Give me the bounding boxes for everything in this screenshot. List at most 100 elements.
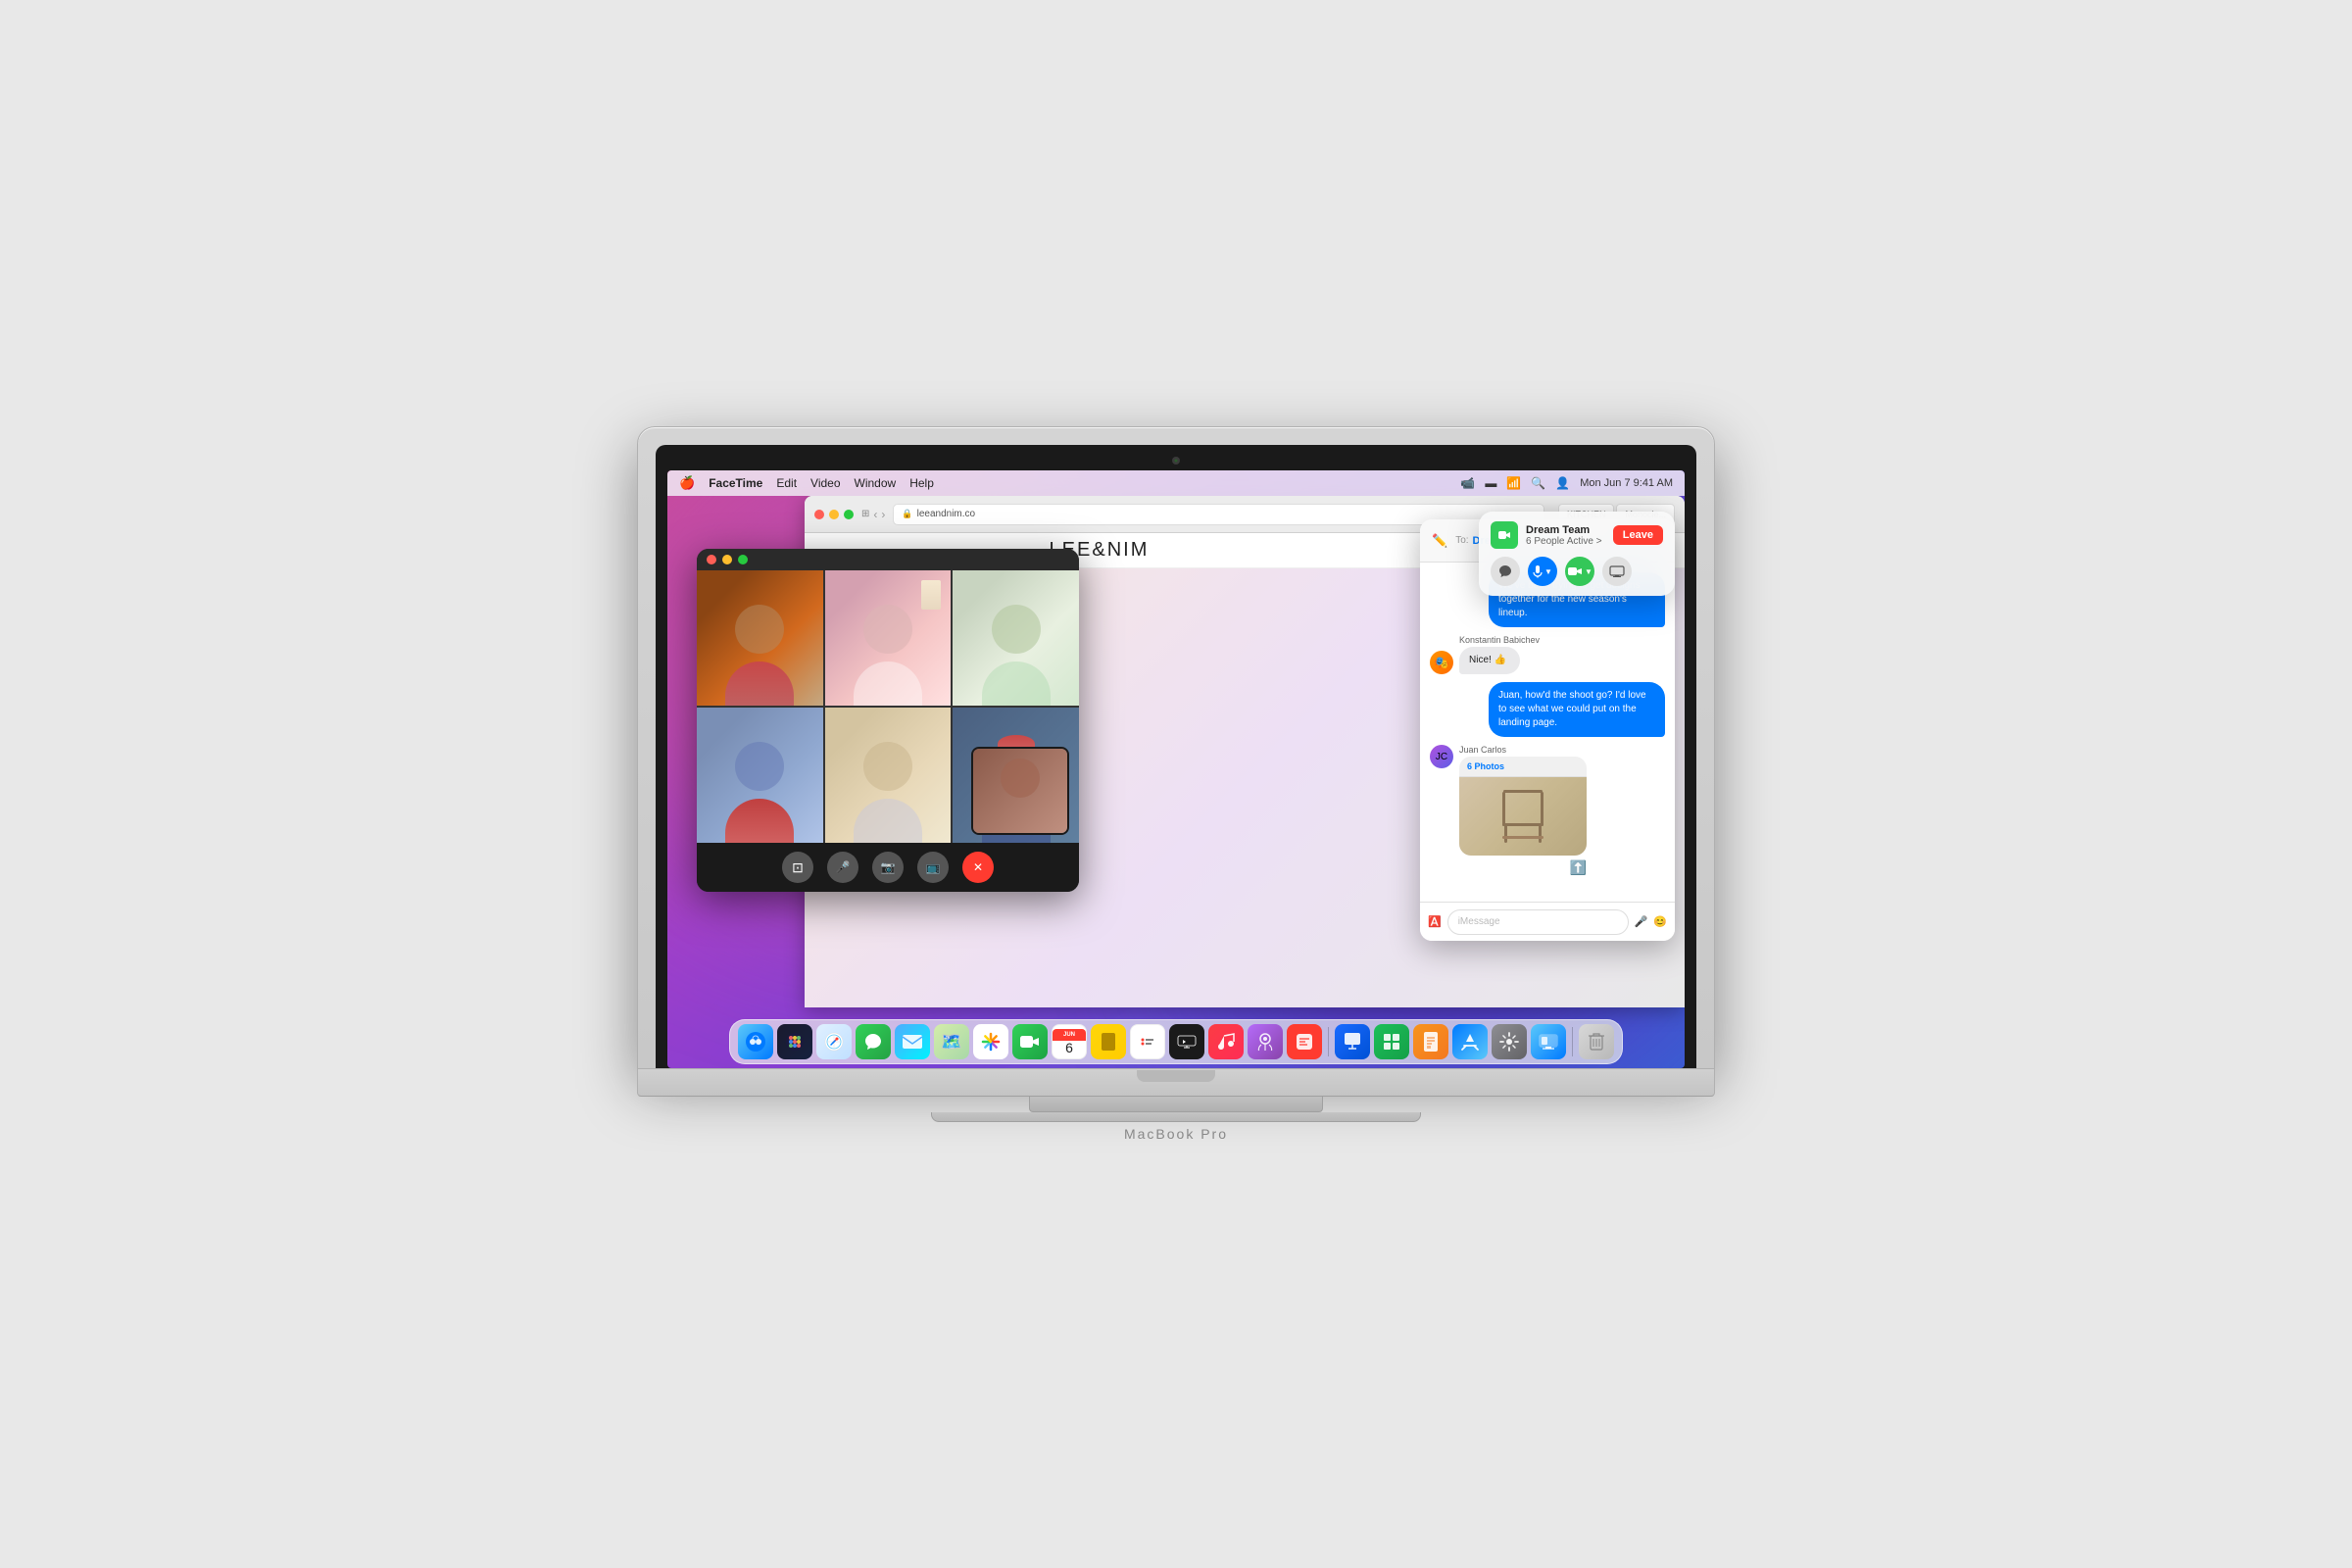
minimize-button[interactable] — [829, 510, 839, 519]
notif-text: Dream Team 6 People Active > — [1526, 524, 1613, 547]
dock-numbers[interactable] — [1374, 1024, 1409, 1059]
dock-facetime[interactable] — [1012, 1024, 1048, 1059]
bubble-text-2: Juan, how'd the shoot go? I'd love to se… — [1489, 682, 1665, 737]
dock-appletv[interactable] — [1169, 1024, 1204, 1059]
ft-close-btn[interactable] — [707, 555, 716, 564]
dock-separator-2 — [1572, 1027, 1573, 1056]
notif-controls: ▼ ▼ — [1491, 557, 1663, 586]
new-compose-icon[interactable]: ✏️ — [1432, 533, 1447, 549]
maximize-button[interactable] — [844, 510, 854, 519]
ft-minimize-btn[interactable] — [722, 555, 732, 564]
menu-help[interactable]: Help — [909, 476, 934, 490]
dock-messages[interactable] — [856, 1024, 891, 1059]
notif-mic-btn[interactable]: ▼ — [1528, 557, 1557, 586]
dock-calendar[interactable]: JUN 6 — [1052, 1024, 1087, 1059]
photo-content — [1459, 777, 1587, 856]
ft-present-btn[interactable]: 📺 — [917, 852, 949, 883]
msg-row-juan: JC Juan Carlos 6 Photos — [1430, 745, 1665, 876]
macbook-stand — [1029, 1097, 1323, 1112]
notif-video-btn[interactable]: ▼ — [1565, 557, 1594, 586]
photo-card: 6 Photos — [1459, 757, 1587, 856]
user-icon: 👤 — [1555, 476, 1570, 490]
dock-launchpad[interactable] — [777, 1024, 812, 1059]
leave-button[interactable]: Leave — [1613, 525, 1663, 545]
dock-reminders[interactable] — [1130, 1024, 1165, 1059]
ft-maximize-btn[interactable] — [738, 555, 748, 564]
screen-bezel: 🍎 FaceTime Edit Video Window Help 📹 ▬ 📶 — [656, 445, 1696, 1068]
dock-pages[interactable] — [1413, 1024, 1448, 1059]
macbook-label: MacBook Pro — [637, 1126, 1715, 1142]
back-arrow[interactable]: ‹ — [873, 508, 877, 521]
facetime-cell-2 — [825, 570, 952, 706]
dock-trash[interactable] — [1579, 1024, 1614, 1059]
dock-notes[interactable] — [1091, 1024, 1126, 1059]
wifi-icon: 📶 — [1506, 476, 1521, 490]
audio-icon[interactable]: 🎤 — [1635, 915, 1648, 928]
browser-nav: ⊞ ‹ › — [861, 508, 885, 521]
facetime-thumb-cell — [971, 747, 1069, 835]
macbook-body: 🍎 FaceTime Edit Video Window Help 📹 ▬ 📶 — [637, 426, 1715, 1069]
search-icon[interactable]: 🔍 — [1531, 476, 1545, 490]
lock-icon: 🔒 — [902, 509, 912, 519]
msg-bubble-out-2: Juan, how'd the shoot go? I'd love to se… — [1430, 682, 1665, 737]
desktop: 🍎 FaceTime Edit Video Window Help 📹 ▬ 📶 — [667, 470, 1685, 1068]
screen: 🍎 FaceTime Edit Video Window Help 📹 ▬ 📶 — [667, 470, 1685, 1068]
facetime-controls: ⊡ 🎤 📷 📺 ✕ — [697, 843, 1079, 892]
macbook-bottom — [637, 1069, 1715, 1097]
dock-keynote[interactable] — [1335, 1024, 1370, 1059]
mic-chevron-icon: ▼ — [1544, 567, 1552, 576]
facetime-titlebar — [697, 549, 1079, 570]
menu-video[interactable]: Video — [810, 476, 840, 490]
dock-screentime[interactable] — [1531, 1024, 1566, 1059]
tab-grid-icon[interactable]: ⊞ — [861, 509, 869, 519]
notif-screen-btn[interactable] — [1602, 557, 1632, 586]
notif-chat-btn[interactable] — [1491, 557, 1520, 586]
msg-bubble-in-1: Nice! 👍 — [1459, 647, 1520, 674]
browser-controls — [814, 510, 854, 519]
menu-window[interactable]: Window — [855, 476, 897, 490]
ft-mute-btn[interactable]: 🎤 — [827, 852, 858, 883]
close-button[interactable] — [814, 510, 824, 519]
url-text: leeandnim.co — [917, 509, 975, 519]
facetime-cell-4 — [697, 708, 823, 843]
facetime-notification: Dream Team 6 People Active > Leave — [1479, 512, 1675, 596]
ft-screenshare-btn[interactable]: ⊡ — [782, 852, 813, 883]
imessage-placeholder: iMessage — [1458, 916, 1500, 927]
photo-header: 6 Photos — [1459, 757, 1587, 777]
ft-video-btn[interactable]: 📷 — [872, 852, 904, 883]
dock-photos[interactable] — [973, 1024, 1008, 1059]
ft-end-btn[interactable]: ✕ — [962, 852, 994, 883]
dock-finder[interactable] — [738, 1024, 773, 1059]
dock-safari[interactable] — [816, 1024, 852, 1059]
dock-mail[interactable] — [895, 1024, 930, 1059]
app-name[interactable]: FaceTime — [709, 476, 762, 490]
emoji-icon[interactable]: 😊 — [1653, 915, 1667, 928]
share-icon[interactable]: ⬆️ — [1459, 859, 1587, 876]
notif-top: Dream Team 6 People Active > Leave — [1491, 521, 1663, 549]
messages-list: We've been trying to get designs togethe… — [1420, 563, 1675, 902]
msg-row-konstantin: 🎭 Konstantin Babichev Nice! 👍 — [1430, 635, 1665, 674]
dock-podcasts[interactable] — [1248, 1024, 1283, 1059]
forward-arrow[interactable]: › — [881, 508, 885, 521]
notif-title: Dream Team — [1526, 524, 1613, 536]
camera — [1172, 457, 1180, 465]
msg-input-bar: 🅰️ iMessage 🎤 😊 — [1420, 902, 1675, 941]
juan-avatar: JC — [1430, 745, 1453, 768]
dock: 🗺️ — [729, 1019, 1623, 1064]
konstantin-avatar: 🎭 — [1430, 651, 1453, 674]
msg-input[interactable]: iMessage — [1447, 909, 1629, 935]
facetime-window: ⊡ 🎤 📷 📺 ✕ — [697, 549, 1079, 892]
macbook-outer: 🍎 FaceTime Edit Video Window Help 📹 ▬ 📶 — [637, 426, 1715, 1142]
dock-maps[interactable]: 🗺️ — [934, 1024, 969, 1059]
dock-news[interactable] — [1287, 1024, 1322, 1059]
dock-appstore[interactable] — [1452, 1024, 1488, 1059]
menubar-left: 🍎 FaceTime Edit Video Window Help — [679, 475, 934, 491]
macbook-notch — [1137, 1070, 1215, 1082]
apple-logo-icon[interactable]: 🍎 — [679, 475, 695, 491]
menu-edit[interactable]: Edit — [776, 476, 797, 490]
attachment-icon[interactable]: 🅰️ — [1428, 915, 1442, 928]
facetime-cell-3 — [953, 570, 1079, 706]
dock-system-prefs[interactable] — [1492, 1024, 1527, 1059]
dock-music[interactable] — [1208, 1024, 1244, 1059]
macbook-base — [931, 1112, 1421, 1122]
